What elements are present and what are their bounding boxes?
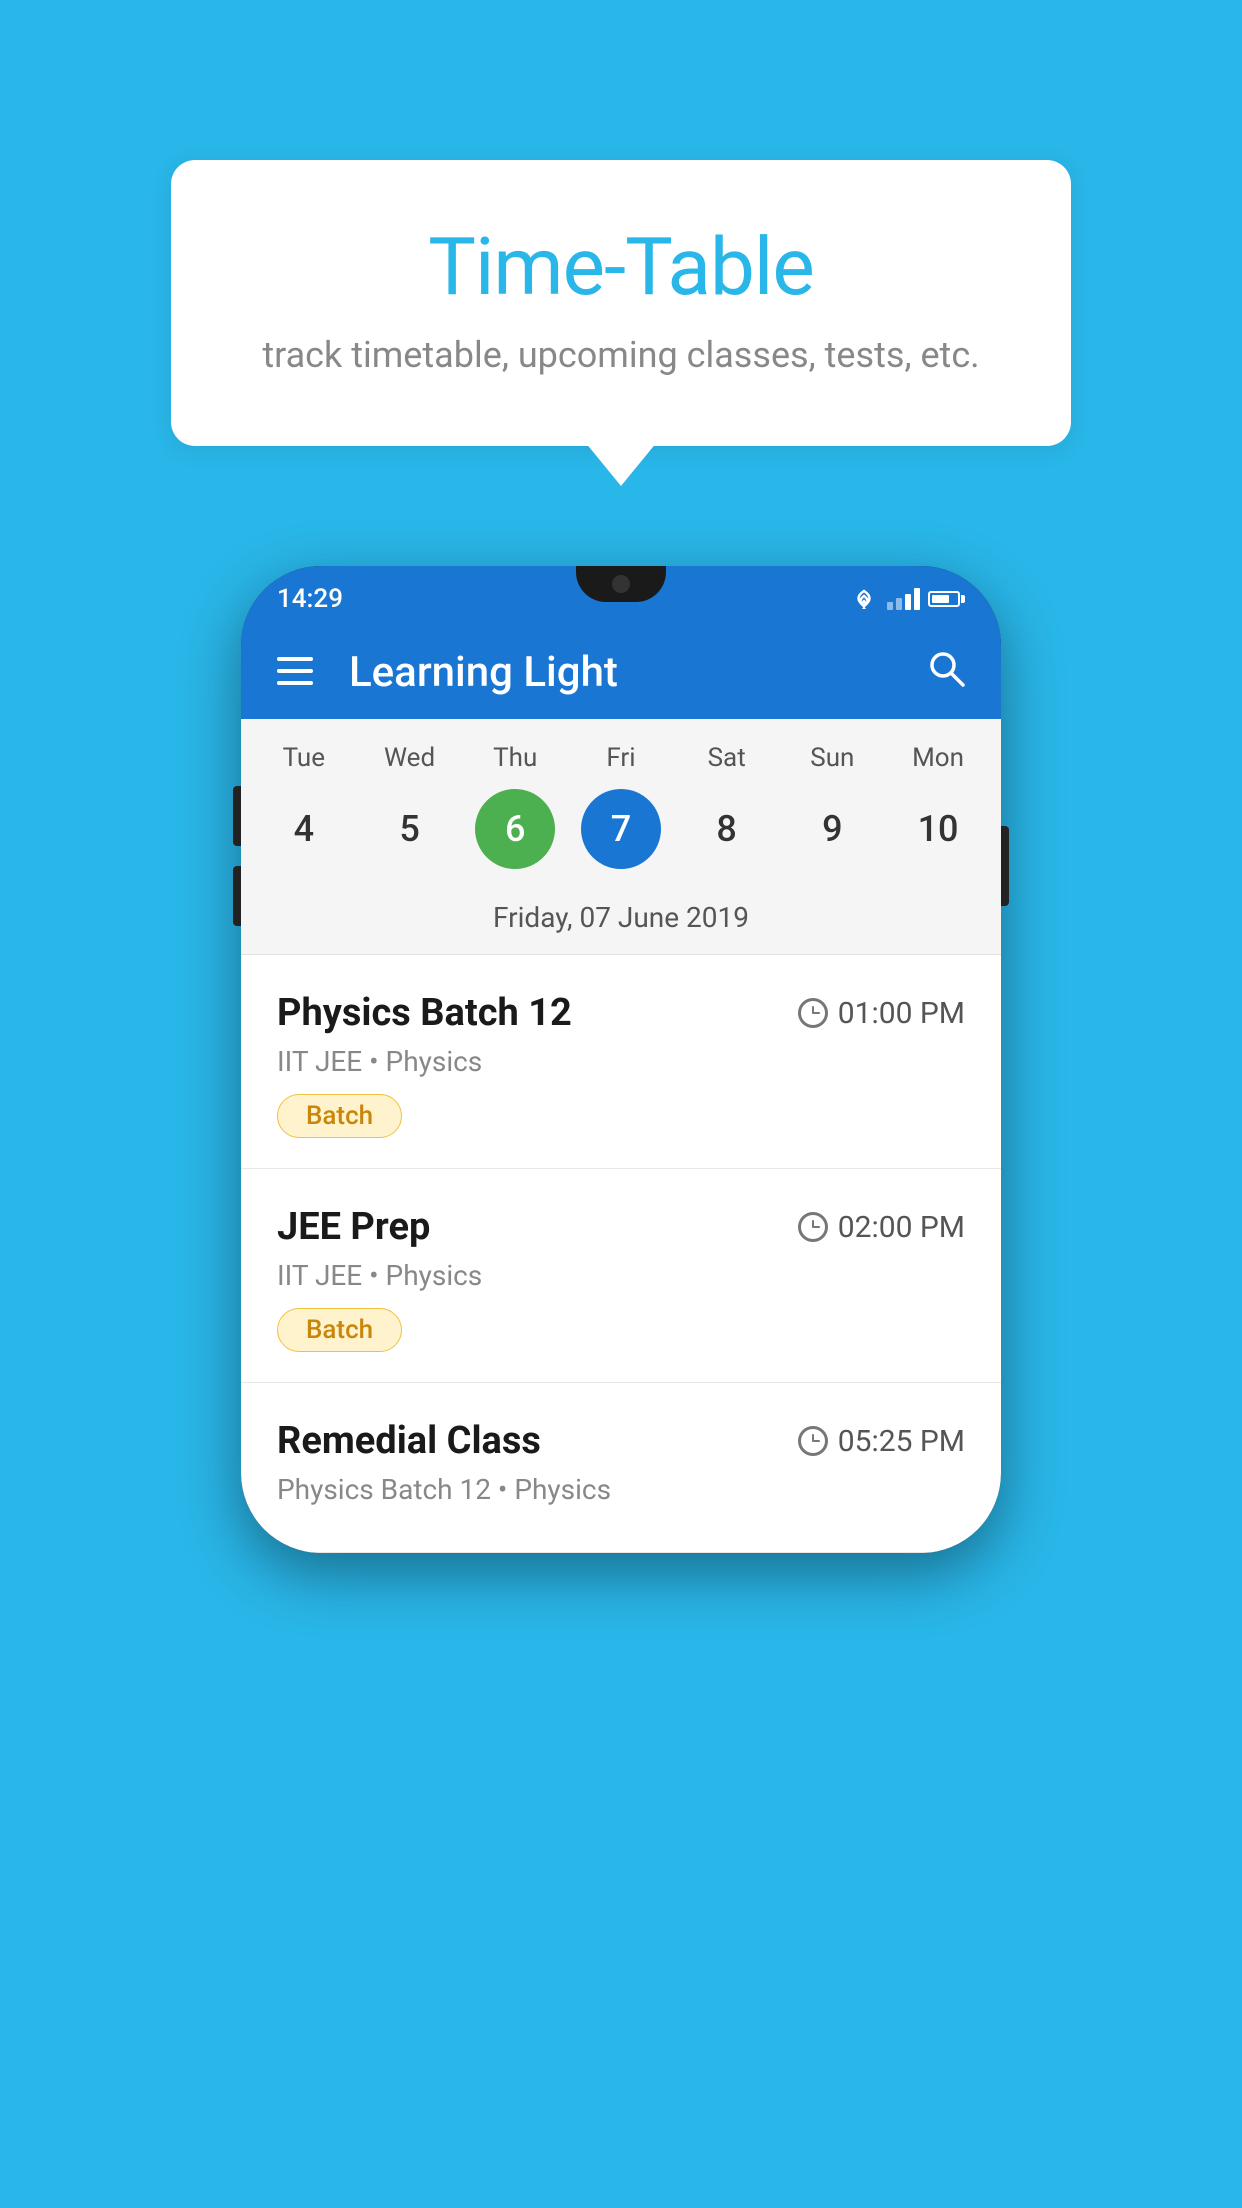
batch-badge-1: Batch xyxy=(277,1308,402,1352)
app-title: Learning Light xyxy=(349,648,927,697)
schedule-item-header-1: JEE Prep 02:00 PM xyxy=(277,1205,965,1249)
volume-up-button xyxy=(233,786,241,846)
schedule-item-2[interactable]: Remedial Class 05:25 PM Physics Batch 12… xyxy=(241,1383,1001,1553)
schedule-item-1[interactable]: JEE Prep 02:00 PM IIT JEE • Physics Batc… xyxy=(241,1169,1001,1383)
app-bar: Learning Light xyxy=(241,626,1001,719)
time-text-0: 01:00 PM xyxy=(838,996,965,1031)
days-header: Tue Wed Thu Fri Sat Sun Mon xyxy=(241,719,1001,781)
phone-wrapper: 14:29 xyxy=(241,566,1001,1553)
schedule-item-title-1: JEE Prep xyxy=(277,1205,430,1249)
schedule-item-header-0: Physics Batch 12 01:00 PM xyxy=(277,991,965,1035)
schedule-item-time-0: 01:00 PM xyxy=(798,996,965,1031)
date-item-8[interactable]: 8 xyxy=(687,789,767,869)
schedule-item-time-2: 05:25 PM xyxy=(798,1424,965,1459)
signal-icon xyxy=(887,588,920,610)
schedule-item-0[interactable]: Physics Batch 12 01:00 PM IIT JEE • Phys… xyxy=(241,955,1001,1169)
day-name-sun: Sun xyxy=(792,743,872,773)
clock-icon-0 xyxy=(798,998,828,1028)
dates-row: 456789 10 xyxy=(241,781,1001,889)
date-item-6[interactable]: 6 xyxy=(475,789,555,869)
schedule-item-title-2: Remedial Class xyxy=(277,1419,541,1463)
tooltip-subtitle: track timetable, upcoming classes, tests… xyxy=(251,334,991,376)
day-name-fri: Fri xyxy=(581,743,661,773)
volume-down-button xyxy=(233,866,241,926)
day-name-tue: Tue xyxy=(264,743,344,773)
selected-date-label: Friday, 07 June 2019 xyxy=(241,889,1001,955)
status-time: 14:29 xyxy=(277,584,343,614)
schedule-item-time-1: 02:00 PM xyxy=(798,1210,965,1245)
day-name-wed: Wed xyxy=(370,743,450,773)
day-name-thu: Thu xyxy=(475,743,555,773)
batch-badge-0: Batch xyxy=(277,1094,402,1138)
time-text-2: 05:25 PM xyxy=(838,1424,965,1459)
clock-icon-1 xyxy=(798,1212,828,1242)
date-item-7[interactable]: 7 xyxy=(581,789,661,869)
power-button xyxy=(1001,826,1009,906)
notch xyxy=(576,566,666,602)
date-item-9[interactable]: 9 xyxy=(792,789,872,869)
camera-dot xyxy=(612,575,630,593)
phone-frame: 14:29 xyxy=(241,566,1001,1553)
search-button[interactable] xyxy=(927,649,965,697)
clock-icon-2 xyxy=(798,1426,828,1456)
battery-icon xyxy=(928,591,965,607)
status-icons xyxy=(849,588,965,610)
tooltip-card: Time-Table track timetable, upcoming cla… xyxy=(171,160,1071,446)
day-name-mon: Mon xyxy=(898,743,978,773)
day-name-sat: Sat xyxy=(687,743,767,773)
wifi-icon xyxy=(849,588,879,610)
schedule-item-header-2: Remedial Class 05:25 PM xyxy=(277,1419,965,1463)
schedule-list: Physics Batch 12 01:00 PM IIT JEE • Phys… xyxy=(241,955,1001,1553)
tooltip-title: Time-Table xyxy=(251,220,991,314)
calendar-strip: Tue Wed Thu Fri Sat Sun Mon 456789 10 Friday, 0… xyxy=(241,719,1001,955)
hamburger-menu-icon[interactable] xyxy=(277,652,313,694)
schedule-item-subtitle-1: IIT JEE • Physics xyxy=(277,1259,965,1292)
schedule-item-subtitle-2: Physics Batch 12 • Physics xyxy=(277,1473,965,1506)
schedule-item-title-0: Physics Batch 12 xyxy=(277,991,572,1035)
date-item-5[interactable]: 5 xyxy=(370,789,450,869)
date-item-10[interactable]: 10 xyxy=(898,789,978,869)
date-item-4[interactable]: 4 xyxy=(264,789,344,869)
time-text-1: 02:00 PM xyxy=(838,1210,965,1245)
schedule-item-subtitle-0: IIT JEE • Physics xyxy=(277,1045,965,1078)
